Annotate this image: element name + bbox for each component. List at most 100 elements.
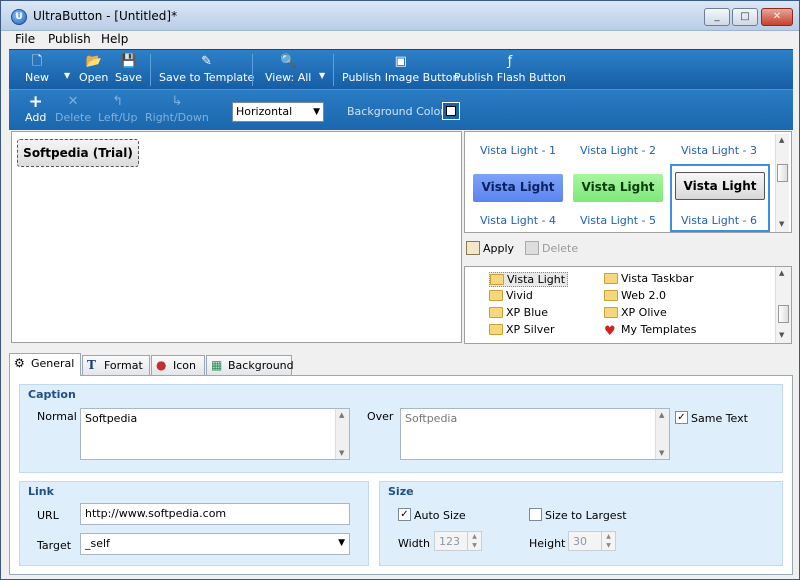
style-item-2[interactable]: Vista Light - 2	[569, 144, 667, 157]
folder-icon	[490, 274, 504, 285]
target-select[interactable]: _self ▼	[80, 533, 350, 555]
stepper-arrows-icon[interactable]: ▲ ▼	[601, 532, 615, 550]
category-xp-blue[interactable]: XP Blue	[489, 306, 548, 319]
save-button[interactable]: 💾 Save	[115, 54, 142, 85]
category-vista-light[interactable]: Vista Light	[489, 272, 569, 287]
general-panel: Caption Normal Softpedia ▲ ▼ Over Softped…	[9, 375, 793, 575]
style-gallery-scrollbar[interactable]: ▲ ▼	[775, 134, 789, 232]
category-xp-olive[interactable]: XP Olive	[604, 306, 667, 319]
folder-icon	[489, 324, 503, 335]
same-text-checkbox[interactable]: ✓	[675, 411, 688, 424]
menu-file[interactable]: File	[15, 32, 35, 46]
arrow-right-down-icon: ↳	[171, 94, 183, 109]
url-input[interactable]: http://www.softpedia.com	[80, 503, 350, 525]
category-web-2-0[interactable]: Web 2.0	[604, 289, 666, 302]
tab-icon[interactable]: ● Icon	[151, 355, 205, 375]
normal-label: Normal	[37, 410, 77, 423]
left-up-button[interactable]: ↰ Left/Up	[98, 95, 137, 125]
close-button[interactable]: ✕	[761, 8, 793, 26]
menu-help[interactable]: Help	[101, 32, 128, 46]
category-scrollbar[interactable]: ▲ ▼	[775, 267, 791, 343]
menu-bar: File Publish Help	[1, 31, 799, 49]
menu-publish[interactable]: Publish	[48, 32, 91, 46]
caption-group: Caption Normal Softpedia ▲ ▼ Over Softped…	[19, 384, 783, 473]
size-to-largest-checkbox[interactable]	[529, 508, 542, 521]
apply-button[interactable]: Apply	[466, 241, 514, 255]
style-preview-4[interactable]: Vista Light	[473, 174, 563, 202]
scroll-down-icon[interactable]: ▼	[779, 331, 784, 339]
publish-image-button[interactable]: ▣ Publish Image Button	[342, 55, 460, 85]
scroll-up-icon[interactable]: ▲	[339, 411, 344, 419]
style-preview-5[interactable]: Vista Light	[573, 174, 663, 202]
right-down-button[interactable]: ↳ Right/Down	[145, 94, 209, 125]
tab-general[interactable]: ⚙ General	[9, 353, 81, 376]
open-button[interactable]: 📂 Open	[79, 55, 108, 85]
toolbar-separator	[333, 54, 334, 86]
new-dropdown-icon[interactable]: ▼	[64, 71, 70, 80]
view-all-button[interactable]: 🔍 View: All	[265, 55, 311, 85]
width-stepper[interactable]: 123 ▲ ▼	[434, 531, 482, 551]
category-vivid[interactable]: Vivid	[489, 289, 533, 302]
tab-format[interactable]: T Format	[82, 355, 150, 375]
scroll-up-icon[interactable]: ▲	[779, 136, 784, 144]
style-item-6[interactable]: Vista Light - 6	[670, 214, 768, 227]
background-color-label: Background Color	[347, 105, 445, 118]
shapes-icon: ●	[156, 358, 167, 372]
category-vista-taskbar[interactable]: Vista Taskbar	[604, 272, 694, 285]
app-window: U UltraButton - [Untitled]* _ □ ✕ File P…	[0, 0, 800, 580]
flash-icon: ƒ	[507, 54, 513, 69]
size-group: Size ✓ Auto Size Size to Largest Width 1…	[379, 481, 783, 566]
textarea-scrollbar[interactable]: ▲ ▼	[335, 409, 349, 459]
scroll-down-icon[interactable]: ▼	[339, 449, 344, 457]
tab-background[interactable]: ▦ Background	[206, 355, 294, 375]
delete-style-button[interactable]: Delete	[525, 241, 578, 255]
size-group-title: Size	[388, 485, 414, 498]
gear-icon: ⚙	[14, 356, 25, 370]
maximize-button[interactable]: □	[732, 8, 758, 26]
scroll-up-icon[interactable]: ▲	[779, 269, 784, 277]
style-item-3[interactable]: Vista Light - 3	[670, 144, 768, 157]
heart-icon: ♥	[604, 324, 616, 339]
height-stepper[interactable]: 30 ▲ ▼	[568, 531, 616, 551]
template-icon: ✎	[201, 54, 213, 69]
folder-icon	[604, 307, 618, 318]
style-item-1[interactable]: Vista Light - 1	[469, 144, 567, 157]
add-button[interactable]: + Add	[25, 94, 46, 125]
scroll-down-icon[interactable]: ▼	[779, 220, 784, 228]
background-color-picker[interactable]	[442, 102, 460, 120]
over-caption-input[interactable]: Softpedia ▲ ▼	[400, 408, 670, 460]
trash-icon	[525, 241, 539, 255]
link-group-title: Link	[28, 485, 54, 498]
minimize-button[interactable]: _	[704, 8, 730, 26]
scroll-down-icon[interactable]: ▼	[659, 449, 664, 457]
folder-icon	[604, 273, 618, 284]
scroll-up-icon[interactable]: ▲	[659, 411, 664, 419]
title-bar[interactable]: U UltraButton - [Untitled]* _ □ ✕	[1, 1, 799, 31]
app-icon[interactable]: U	[11, 9, 27, 25]
view-dropdown-icon[interactable]: ▼	[319, 71, 325, 80]
normal-caption-input[interactable]: Softpedia ▲ ▼	[80, 408, 350, 460]
auto-size-checkbox[interactable]: ✓	[398, 508, 411, 521]
style-actions: Apply Delete	[466, 239, 666, 257]
save-to-template-button[interactable]: ✎ Save to Template	[159, 54, 254, 85]
category-my-templates[interactable]: ♥ My Templates	[604, 323, 696, 339]
category-xp-silver[interactable]: XP Silver	[489, 323, 555, 336]
property-tabs: ⚙ General T Format ● Icon ▦ Background	[9, 353, 309, 376]
new-button[interactable]: 🗋 New	[25, 55, 49, 85]
scroll-thumb[interactable]	[778, 305, 789, 323]
delete-button[interactable]: ✕ Delete	[55, 95, 91, 125]
preview-button[interactable]: Softpedia (Trial)	[17, 139, 139, 167]
textarea-scrollbar[interactable]: ▲ ▼	[655, 409, 669, 459]
style-item-4[interactable]: Vista Light - 4	[469, 214, 567, 227]
target-label: Target	[37, 539, 72, 552]
publish-flash-button[interactable]: ƒ Publish Flash Button	[454, 54, 566, 85]
button-canvas[interactable]: Softpedia (Trial)	[11, 131, 462, 343]
orientation-select[interactable]: Horizontal ▼	[232, 102, 324, 122]
stepper-arrows-icon[interactable]: ▲ ▼	[467, 532, 481, 550]
save-icon: 💾	[120, 54, 137, 69]
size-to-largest-label: Size to Largest	[545, 509, 627, 522]
style-item-5[interactable]: Vista Light - 5	[569, 214, 667, 227]
main-toolbar: 🗋 New ▼ 📂 Open 💾 Save ✎ Save to Template…	[9, 49, 793, 89]
color-swatch	[446, 106, 456, 116]
scroll-thumb[interactable]	[777, 164, 788, 182]
